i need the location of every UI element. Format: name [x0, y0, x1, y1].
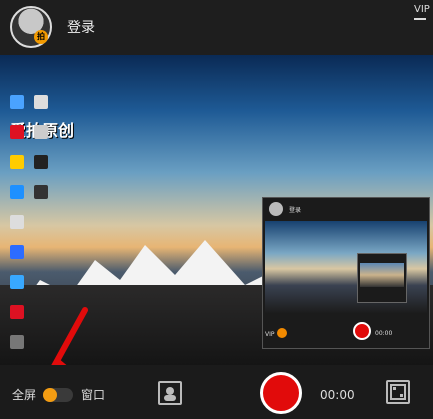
desktop-icon[interactable] — [34, 155, 48, 169]
desktop-icon[interactable] — [10, 245, 24, 259]
vip-icon[interactable]: VIP — [414, 4, 432, 18]
desktop-icon[interactable] — [10, 185, 24, 199]
preview-title: 登录 — [289, 207, 302, 214]
desktop-icon[interactable] — [10, 215, 24, 229]
mode-toggle-knob[interactable] — [43, 388, 57, 402]
header-bar: 拍 登录 VIP — [0, 0, 433, 55]
desktop-icon[interactable] — [34, 185, 48, 199]
preview-screen — [265, 221, 427, 313]
camera-icon — [164, 387, 176, 401]
desktop-icon[interactable] — [10, 335, 24, 349]
preview-mini-window — [357, 253, 407, 303]
desktop-icon[interactable] — [34, 125, 48, 139]
camera-button[interactable] — [158, 381, 182, 405]
login-link[interactable]: 登录 — [67, 17, 95, 37]
desktop-icon[interactable] — [10, 305, 24, 319]
desktop-icon[interactable] — [10, 125, 24, 139]
desktop-icon[interactable] — [34, 95, 48, 109]
recording-preview: 登录 VIP 00:00 — [262, 197, 430, 349]
preview-vip: VIP — [265, 331, 275, 338]
desktop-icon[interactable] — [10, 275, 24, 289]
preview-avatar — [269, 202, 283, 216]
video-list-button[interactable] — [386, 380, 410, 404]
preview-timer: 00:00 — [375, 330, 393, 337]
preview-controls — [263, 318, 429, 348]
minimize-icon[interactable] — [414, 18, 426, 20]
video-icon — [390, 384, 406, 400]
preview-mini-screen — [360, 263, 404, 287]
window-label[interactable]: 窗口 — [81, 386, 105, 403]
desktop-icon[interactable] — [10, 95, 24, 109]
desktop-icon[interactable] — [10, 155, 24, 169]
fullscreen-label[interactable]: 全屏 — [12, 386, 36, 403]
preview-toggle-knob — [277, 328, 287, 338]
preview-record-button — [353, 322, 371, 340]
record-button[interactable] — [260, 372, 302, 414]
record-timer: 00:00 — [320, 388, 355, 402]
avatar-badge: 拍 — [34, 30, 48, 44]
